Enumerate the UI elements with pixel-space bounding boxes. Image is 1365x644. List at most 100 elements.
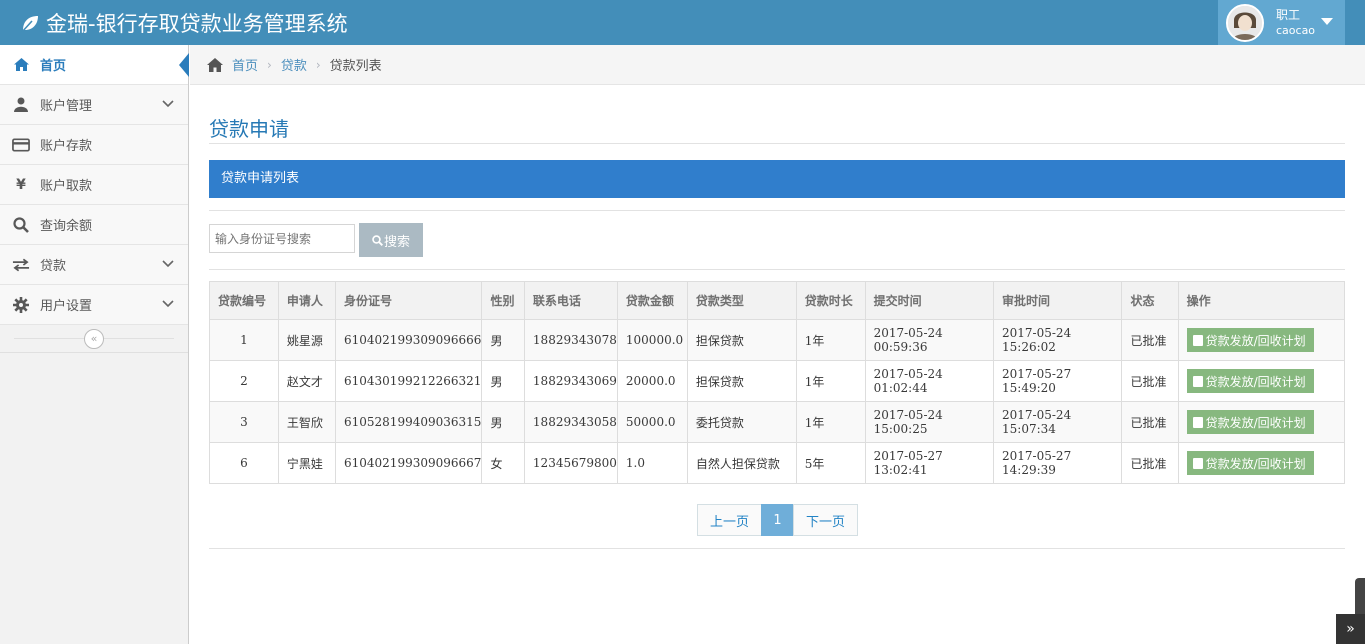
loan-id-cell: 6 bbox=[209, 442, 279, 484]
table-row: 2 赵文才 610430199212266321 男 18829343069 2… bbox=[209, 360, 1346, 402]
column-header[interactable]: 贷款时长 bbox=[795, 281, 866, 320]
approve-time-cell: 2017-05-27 15:49:20 bbox=[993, 360, 1123, 402]
exchange-icon bbox=[12, 256, 30, 274]
side-panel-handle[interactable] bbox=[1355, 578, 1365, 614]
chevron-down-icon bbox=[162, 100, 174, 108]
loan-id-cell: 1 bbox=[209, 319, 279, 361]
sidebar-item-withdraw[interactable]: ¥ 账户取款 bbox=[0, 165, 188, 205]
loan-type-cell: 自然人担保贷款 bbox=[686, 442, 797, 484]
gender-cell: 男 bbox=[481, 360, 525, 402]
action-cell: 贷款发放/回收计划 bbox=[1177, 360, 1346, 402]
loan-id-cell: 3 bbox=[209, 401, 279, 443]
sidebar-item-label: 查询余额 bbox=[40, 219, 93, 234]
pagination: 上一页 1 下一页 bbox=[697, 504, 858, 536]
sidebar-item-label: 账户管理 bbox=[40, 99, 93, 114]
book-icon bbox=[1192, 416, 1203, 428]
loan-plan-button[interactable]: 贷款发放/回收计划 bbox=[1186, 451, 1314, 475]
book-icon bbox=[1192, 457, 1203, 469]
breadcrumb-current: 贷款列表 bbox=[329, 59, 382, 74]
phone-cell: 18829343069 bbox=[523, 360, 618, 402]
loan-plan-button[interactable]: 贷款发放/回收计划 bbox=[1186, 328, 1314, 352]
column-header[interactable]: 贷款类型 bbox=[686, 281, 797, 320]
id-number-cell: 610402199309096667 bbox=[334, 442, 483, 484]
loan-plan-label: 贷款发放/回收计划 bbox=[1205, 374, 1306, 389]
id-number-cell: 610528199409036315 bbox=[334, 401, 483, 443]
duration-cell: 1年 bbox=[795, 360, 866, 402]
applicant-cell: 宁黑娃 bbox=[277, 442, 337, 484]
amount-cell: 50000.0 bbox=[616, 401, 688, 443]
column-header[interactable]: 审批时间 bbox=[993, 281, 1123, 320]
duration-cell: 1年 bbox=[795, 319, 866, 361]
approve-time-cell: 2017-05-24 15:07:34 bbox=[993, 401, 1123, 443]
status-cell: 已批准 bbox=[1121, 401, 1179, 443]
current-page-button[interactable]: 1 bbox=[761, 504, 794, 536]
user-icon bbox=[12, 96, 30, 114]
home-icon bbox=[12, 56, 30, 74]
page-title: 贷款申请 bbox=[209, 117, 289, 141]
id-search-input[interactable] bbox=[209, 224, 355, 253]
book-icon bbox=[1192, 334, 1203, 346]
sidebar-item-label: 贷款 bbox=[40, 259, 67, 274]
sidebar: 首页 账户管理 账户存款 ¥ 账户取款 查询余额 贷款 用户设置 « bbox=[0, 45, 189, 644]
app-brand[interactable]: 金瑞-银行存取贷款业务管理系统 bbox=[20, 0, 348, 45]
breadcrumb-home-link[interactable]: 首页 bbox=[232, 55, 258, 74]
sidebar-item-deposit[interactable]: 账户存款 bbox=[0, 125, 188, 165]
submit-time-cell: 2017-05-24 00:59:36 bbox=[864, 319, 995, 361]
next-page-button[interactable]: 下一页 bbox=[793, 504, 858, 536]
column-header[interactable]: 联系电话 bbox=[523, 281, 618, 320]
loan-type-cell: 担保贷款 bbox=[686, 360, 797, 402]
column-header[interactable]: 提交时间 bbox=[864, 281, 995, 320]
submit-time-cell: 2017-05-24 15:00:25 bbox=[864, 401, 995, 443]
app-title: 金瑞-银行存取贷款业务管理系统 bbox=[46, 11, 348, 36]
double-chevron-left-icon[interactable]: « bbox=[84, 329, 104, 349]
yen-icon: ¥ bbox=[16, 176, 26, 193]
amount-cell: 20000.0 bbox=[616, 360, 688, 402]
book-icon bbox=[1192, 375, 1203, 387]
loan-plan-label: 贷款发放/回收计划 bbox=[1205, 456, 1306, 471]
phone-cell: 12345679800 bbox=[523, 442, 618, 484]
column-header[interactable]: 贷款金额 bbox=[616, 281, 688, 320]
user-menu[interactable]: 职工 caocao bbox=[1218, 0, 1345, 45]
user-name: caocao bbox=[1276, 23, 1316, 37]
loan-plan-button[interactable]: 贷款发放/回收计划 bbox=[1186, 410, 1314, 434]
loan-plan-button[interactable]: 贷款发放/回收计划 bbox=[1186, 369, 1314, 393]
column-header[interactable]: 申请人 bbox=[277, 281, 337, 320]
column-header[interactable]: 状态 bbox=[1121, 281, 1179, 320]
search-button-label: 搜索 bbox=[383, 234, 410, 250]
column-header[interactable]: 贷款编号 bbox=[209, 281, 279, 320]
list-header: 贷款申请列表 bbox=[209, 160, 1345, 198]
loan-id-cell: 2 bbox=[209, 360, 279, 402]
credit-card-icon bbox=[12, 136, 30, 154]
breadcrumb-loan-link[interactable]: 贷款 bbox=[281, 55, 307, 74]
search-button[interactable]: 搜索 bbox=[359, 223, 423, 257]
id-number-cell: 610402199309096666 bbox=[334, 319, 483, 361]
prev-page-button[interactable]: 上一页 bbox=[697, 504, 762, 536]
caret-down-icon[interactable] bbox=[1321, 18, 1333, 25]
phone-cell: 18829343078 bbox=[523, 319, 618, 361]
sidebar-item-home[interactable]: 首页 bbox=[0, 45, 189, 85]
chevron-right-icon: › bbox=[315, 57, 321, 72]
scroll-to-top-icon[interactable]: » bbox=[1336, 614, 1365, 644]
status-cell: 已批准 bbox=[1121, 442, 1179, 484]
sidebar-item-user-settings[interactable]: 用户设置 bbox=[0, 285, 188, 325]
column-header[interactable]: 性别 bbox=[481, 281, 525, 320]
user-role: 职工 bbox=[1276, 7, 1301, 22]
chevron-down-icon bbox=[162, 260, 174, 268]
sidebar-item-loan[interactable]: 贷款 bbox=[0, 245, 188, 285]
gender-cell: 男 bbox=[481, 401, 525, 443]
loan-type-cell: 担保贷款 bbox=[686, 319, 797, 361]
sidebar-item-account-management[interactable]: 账户管理 bbox=[0, 85, 188, 125]
loan-plan-label: 贷款发放/回收计划 bbox=[1205, 333, 1306, 348]
approve-time-cell: 2017-05-24 15:26:02 bbox=[993, 319, 1123, 361]
approve-time-cell: 2017-05-27 14:29:39 bbox=[993, 442, 1123, 484]
table-row: 6 宁黑娃 610402199309096667 女 12345679800 1… bbox=[209, 442, 1346, 484]
sidebar-item-label: 用户设置 bbox=[40, 299, 93, 314]
action-cell: 贷款发放/回收计划 bbox=[1177, 442, 1346, 484]
column-header[interactable]: 身份证号 bbox=[334, 281, 483, 320]
home-icon[interactable] bbox=[206, 57, 224, 73]
duration-cell: 5年 bbox=[795, 442, 866, 484]
status-cell: 已批准 bbox=[1121, 360, 1179, 402]
applicant-cell: 赵文才 bbox=[277, 360, 337, 402]
sidebar-item-balance[interactable]: 查询余额 bbox=[0, 205, 188, 245]
sidebar-item-label: 账户存款 bbox=[40, 139, 93, 154]
